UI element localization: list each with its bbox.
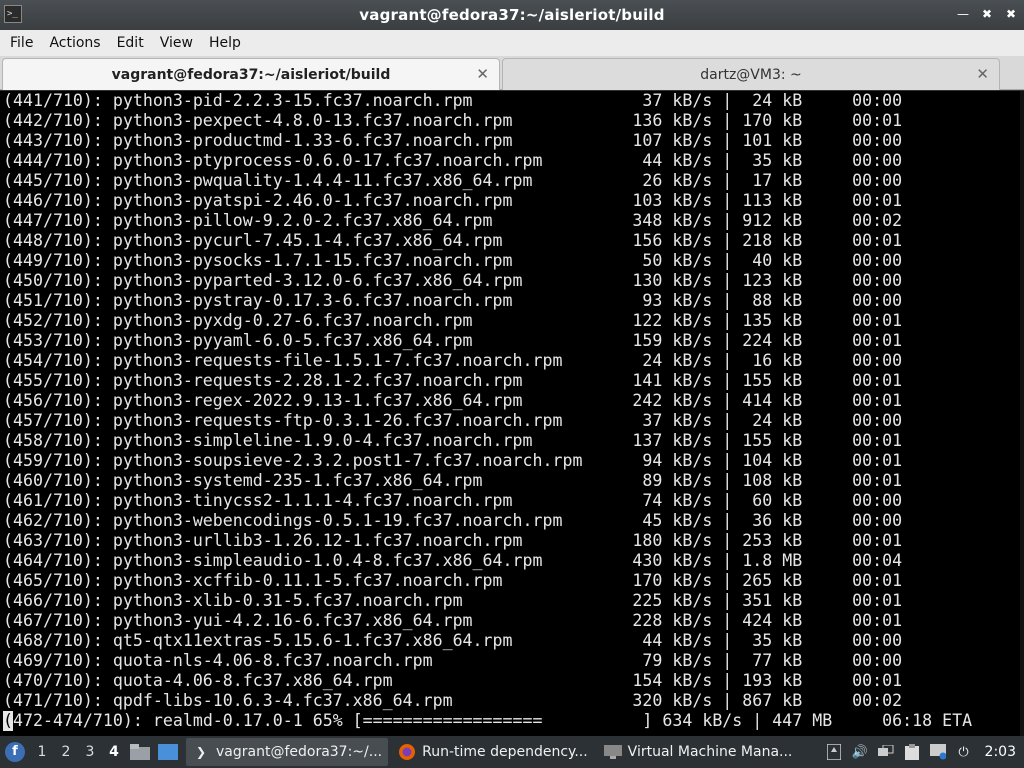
fedora-logo-icon: f [5, 742, 25, 762]
taskbar: f 1 2 3 4 ❯ vagrant@fedora37:~/... Run-t… [0, 736, 1024, 768]
tab-close-icon[interactable]: ✕ [976, 65, 989, 83]
workspace-4[interactable]: 4 [102, 744, 126, 760]
menu-file[interactable]: File [2, 35, 41, 51]
window-controls: — ✖ ✖ [956, 6, 1018, 22]
task-label: Virtual Machine Mana... [627, 744, 793, 760]
tab-dartz[interactable]: dartz@VM3: ~ ✕ [502, 58, 1000, 90]
clipboard-icon[interactable] [903, 743, 921, 761]
terminal-line: (456/710): python3-regex-2022.9.13-1.fc3… [3, 391, 903, 410]
network-icon[interactable] [877, 743, 895, 761]
workspace-3[interactable]: 3 [78, 744, 102, 760]
terminal-line: (462/710): python3-webencodings-0.5.1-19… [3, 511, 903, 530]
terminal-line: (448/710): python3-pycurl-7.45.1-4.fc37.… [3, 231, 903, 250]
terminal-line: (469/710): quota-nls-4.06-8.fc37.noarch.… [3, 651, 903, 670]
window-title: vagrant@fedora37:~/aisleriot/build [359, 6, 665, 24]
maximize-icon[interactable]: ✖ [980, 6, 994, 22]
terminal-line: (444/710): python3-ptyprocess-0.6.0-17.f… [3, 151, 903, 170]
menu-help[interactable]: Help [201, 35, 249, 51]
terminal-output[interactable]: (441/710): python3-pid-2.2.3-15.fc37.noa… [0, 91, 1024, 736]
volume-icon[interactable]: 🔊 [851, 743, 869, 761]
terminal-lines: (441/710): python3-pid-2.2.3-15.fc37.noa… [3, 91, 972, 731]
start-menu-button[interactable]: f [0, 736, 30, 768]
terminal-line: (460/710): python3-systemd-235-1.fc37.x8… [3, 471, 903, 490]
download-progress-line: (472-474/710): realmd-0.17.0-1 65% [====… [3, 711, 972, 731]
terminal-line: (451/710): python3-pystray-0.17.3-6.fc37… [3, 291, 903, 310]
terminal-line: (442/710): python3-pexpect-4.8.0-13.fc37… [3, 111, 903, 130]
title-bar[interactable]: >_ vagrant@fedora37:~/aisleriot/build — … [0, 0, 1024, 30]
terminal-line: (468/710): qt5-qtx11extras-5.15.6-1.fc37… [3, 631, 903, 650]
clock[interactable]: 2:03 [985, 744, 1016, 760]
terminal-line: (447/710): python3-pillow-9.2.0-2.fc37.x… [3, 211, 903, 230]
terminal-cursor: ( [3, 711, 13, 731]
terminal-line: (459/710): python3-soupsieve-2.3.2.post1… [3, 451, 903, 470]
task-firefox[interactable]: Run-time dependency... [392, 738, 594, 766]
firefox-icon [398, 743, 416, 761]
terminal-line: (441/710): python3-pid-2.2.3-15.fc37.noa… [3, 91, 903, 110]
virt-manager-icon [603, 743, 622, 761]
menu-bar: File Actions Edit View Help [0, 30, 1024, 56]
terminal-line: (470/710): quota-4.06-8.fc37.x86_64.rpm … [3, 671, 903, 690]
terminal-line: (471/710): qpdf-libs-10.6.3-4.fc37.x86_6… [3, 691, 903, 710]
tab-label: dartz@VM3: ~ [700, 66, 802, 83]
terminal-line: (454/710): python3-requests-file-1.5.1-7… [3, 351, 903, 370]
workspace-2[interactable]: 2 [54, 744, 78, 760]
terminal-line: (443/710): python3-productmd-1.33-6.fc37… [3, 131, 903, 150]
terminal-app-icon[interactable]: >_ [4, 5, 22, 23]
terminal-line: (458/710): python3-simpleline-1.9.0-4.fc… [3, 431, 903, 450]
desktop-icon [158, 744, 178, 760]
terminal-line: (464/710): python3-simpleaudio-1.0.4-8.f… [3, 551, 903, 570]
terminal-line: (463/710): python3-urllib3-1.26.12-1.fc3… [3, 531, 903, 550]
updates-icon[interactable] [825, 743, 843, 761]
terminal-line: (461/710): python3-tinycss2-1.1.1-4.fc37… [3, 491, 903, 510]
terminal-line: (452/710): python3-pyxdg-0.27-6.fc37.noa… [3, 311, 903, 330]
terminal-line: (449/710): python3-pysocks-1.7.1-15.fc37… [3, 251, 903, 270]
terminal-line: (446/710): python3-pyatspi-2.46.0-1.fc37… [3, 191, 903, 210]
terminal-line: (466/710): python3-xlib-0.31-5.fc37.noar… [3, 591, 903, 610]
terminal-icon: ❯ [195, 745, 207, 759]
progress-text: 472-474/710): realmd-0.17.0-1 65% [=====… [13, 711, 973, 730]
terminal-scrollbar[interactable] [1020, 91, 1024, 736]
task-label: vagrant@fedora37:~/... [216, 744, 383, 760]
tab-label: vagrant@fedora37:~/aisleriot/build [111, 66, 391, 83]
terminal-line: (455/710): python3-requests-2.28.1-2.fc3… [3, 371, 903, 390]
menu-view[interactable]: View [152, 35, 201, 51]
minimize-icon[interactable]: — [956, 6, 970, 22]
task-virt-manager[interactable]: Virtual Machine Mana... [598, 738, 799, 766]
terminal-window: >_ vagrant@fedora37:~/aisleriot/build — … [0, 0, 1024, 740]
notification-icon[interactable] [929, 743, 947, 761]
file-manager-launcher[interactable] [128, 741, 152, 763]
terminal-line: (450/710): python3-pyparted-3.12.0-6.fc3… [3, 271, 903, 290]
tab-vagrant[interactable]: vagrant@fedora37:~/aisleriot/build ✕ [2, 58, 500, 90]
task-terminal[interactable]: ❯ vagrant@fedora37:~/... [186, 738, 389, 766]
folder-icon [130, 744, 150, 760]
tab-close-icon[interactable]: ✕ [476, 65, 489, 83]
task-label: Run-time dependency... [422, 744, 588, 760]
tab-bar: vagrant@fedora37:~/aisleriot/build ✕ dar… [0, 56, 1024, 90]
terminal-line: (457/710): python3-requests-ftp-0.3.1-26… [3, 411, 903, 430]
close-icon[interactable]: ✖ [1004, 6, 1018, 22]
menu-actions[interactable]: Actions [41, 35, 108, 51]
terminal-line: (465/710): python3-xcffib-0.11.1-5.fc37.… [3, 571, 903, 590]
menu-edit[interactable]: Edit [109, 35, 152, 51]
system-tray: 🔊 ⏻ 2:03 [825, 743, 1024, 761]
power-icon[interactable]: ⏻ [955, 743, 973, 761]
terminal-line: (467/710): python3-yui-4.2.16-6.fc37.x86… [3, 611, 903, 630]
terminal-line: (453/710): python3-pyyaml-6.0-5.fc37.x86… [3, 331, 903, 350]
show-desktop-launcher[interactable] [156, 741, 180, 763]
workspace-1[interactable]: 1 [30, 744, 54, 760]
terminal-line: (445/710): python3-pwquality-1.4.4-11.fc… [3, 171, 903, 190]
